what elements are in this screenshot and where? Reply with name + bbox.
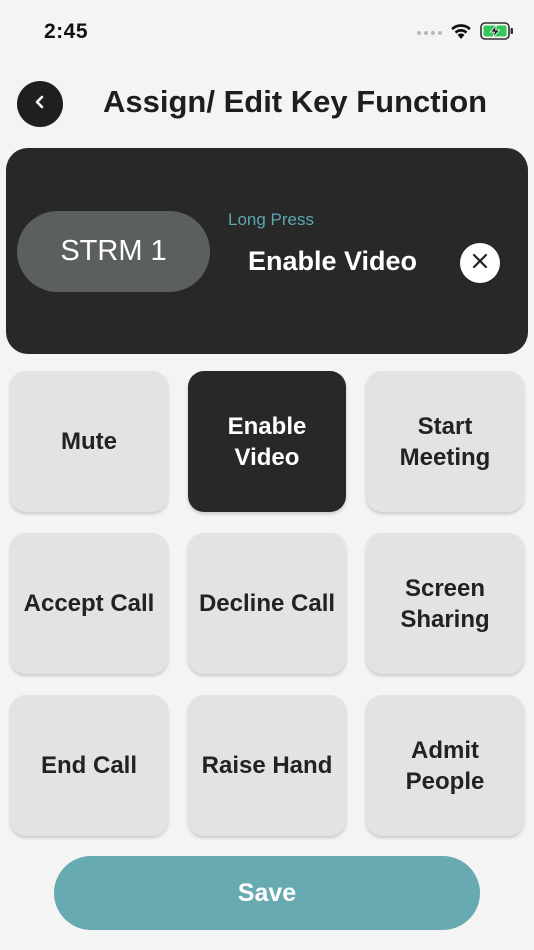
function-tile-label: Mute [61, 428, 117, 455]
wifi-icon [450, 22, 472, 45]
function-tile-label: Enable Video [227, 412, 307, 471]
battery-charging-icon [480, 21, 514, 45]
function-tile-accept-call[interactable]: Accept Call [10, 533, 168, 674]
key-pill[interactable]: STRM 1 [17, 211, 210, 292]
function-tile-label: Screen Sharing [400, 574, 490, 633]
clear-function-button[interactable] [460, 243, 500, 283]
function-tile-enable-video[interactable]: Enable Video [188, 371, 346, 512]
function-tile-label: Admit People [405, 736, 485, 795]
function-tile-raise-hand[interactable]: Raise Hand [188, 695, 346, 836]
function-tile-label: Raise Hand [201, 752, 333, 779]
function-tile-start-meeting[interactable]: Start Meeting [366, 371, 524, 512]
key-label: STRM 1 [60, 235, 167, 267]
function-tile-label: Start Meeting [399, 412, 491, 471]
assigned-function-label: Enable Video [248, 246, 418, 276]
header: Assign/ Edit Key Function [0, 78, 534, 130]
chevron-left-icon [32, 94, 48, 115]
function-tile-label: Accept Call [23, 590, 155, 617]
function-tile-screen-sharing[interactable]: Screen Sharing [366, 533, 524, 674]
selection-card: STRM 1 Long Press Enable Video [6, 148, 528, 354]
page-title: Assign/ Edit Key Function [103, 84, 488, 119]
function-tile-admit-people[interactable]: Admit People [366, 695, 524, 836]
press-type-label: Long Press [228, 210, 314, 229]
function-tile-mute[interactable]: Mute [10, 371, 168, 512]
status-time: 2:45 [44, 20, 89, 43]
function-tile-end-call[interactable]: End Call [10, 695, 168, 836]
status-bar: 2:45 [0, 0, 534, 60]
close-icon [471, 252, 489, 275]
function-tile-label: End Call [40, 752, 137, 779]
save-button[interactable]: Save [54, 856, 480, 930]
save-button-label: Save [237, 878, 297, 907]
function-tile-label: Decline Call [198, 590, 336, 617]
signal-dots-icon [417, 31, 442, 35]
status-icons [417, 21, 514, 45]
back-button[interactable] [17, 81, 63, 127]
function-tile-decline-call[interactable]: Decline Call [188, 533, 346, 674]
